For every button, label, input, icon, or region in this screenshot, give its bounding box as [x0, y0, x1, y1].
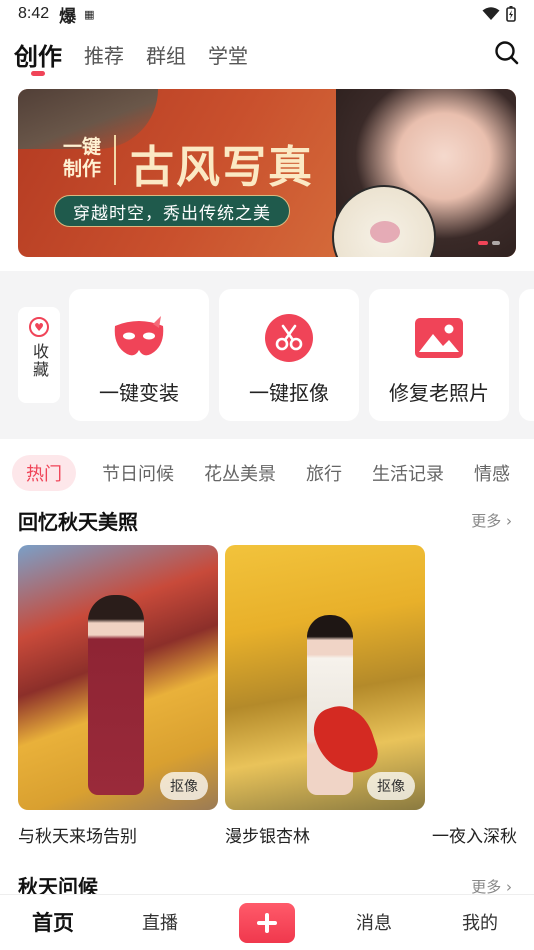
battery-icon: [506, 6, 516, 22]
banner-carousel[interactable]: 一键制作 古风写真 穿越时空，秀出传统之美: [18, 89, 516, 257]
tool-restore-photo[interactable]: 修复老照片: [369, 289, 509, 421]
favorites-label: 收藏: [30, 343, 49, 379]
bottom-nav: 首页 直播 消息 我的: [0, 894, 534, 950]
tab-create[interactable]: 创作: [14, 28, 62, 80]
tool-label: 一键变装: [99, 381, 179, 405]
template-caption[interactable]: 漫步银杏林: [225, 822, 310, 847]
heart-icon: ♥: [29, 317, 49, 337]
chevron-right-icon: ›: [506, 512, 512, 530]
category-tabs: 热门 节日问候 花丛美景 旅行 生活记录 情感: [12, 454, 534, 492]
plus-icon: [257, 913, 277, 933]
banner-title: 古风写真: [130, 142, 314, 193]
tab-recommend[interactable]: 推荐: [84, 28, 124, 80]
banner-dot: [492, 241, 500, 245]
banner-dot-active: [478, 241, 488, 245]
tab-groups[interactable]: 群组: [146, 28, 186, 80]
tab-school[interactable]: 学堂: [208, 28, 248, 80]
section-more-link[interactable]: 更多 ›: [471, 510, 512, 531]
banner-pager-dots: [478, 241, 500, 245]
tool-label: 一键抠像: [249, 381, 329, 405]
banner-fan-flower: [370, 221, 400, 243]
create-button[interactable]: [239, 903, 295, 943]
nav-mine[interactable]: 我的: [462, 909, 498, 935]
template-figure: [88, 595, 144, 795]
banner-one-key-text: 一键制作: [62, 136, 101, 180]
cutout-badge: 抠像: [367, 772, 415, 800]
status-right: [482, 6, 516, 22]
nav-messages[interactable]: 消息: [356, 909, 392, 935]
template-caption[interactable]: 一夜入深秋: [432, 822, 517, 847]
template-card-image[interactable]: 抠像: [18, 545, 218, 810]
qr-notification-icon: ▦: [84, 7, 95, 21]
status-bar: 8:42 爆 ▦: [0, 0, 534, 28]
status-time: 8:42: [18, 5, 50, 22]
category-emotion[interactable]: 情感: [474, 455, 510, 491]
more-label: 更多: [471, 512, 502, 530]
category-flower-scenery[interactable]: 花丛美景: [204, 455, 276, 491]
app-notification-icon: 爆: [59, 6, 77, 27]
category-travel[interactable]: 旅行: [306, 455, 342, 491]
category-holiday-greetings[interactable]: 节日问候: [102, 455, 174, 491]
tools-strip: ♥ 收藏 一键变装 一键抠像 修复老照片: [0, 271, 534, 439]
search-icon[interactable]: [492, 38, 522, 68]
tool-costume-change[interactable]: 一键变装: [69, 289, 209, 421]
category-life-record[interactable]: 生活记录: [372, 455, 444, 491]
tool-card-partial[interactable]: [519, 289, 534, 421]
nav-home[interactable]: 首页: [32, 907, 74, 937]
section-title: 回忆秋天美照: [18, 510, 138, 534]
photo-icon: [411, 313, 467, 363]
tool-cutout[interactable]: 一键抠像: [219, 289, 359, 421]
category-hot[interactable]: 热门: [12, 455, 76, 491]
top-nav: 创作 推荐 群组 学堂: [0, 28, 534, 80]
cutout-badge: 抠像: [160, 772, 208, 800]
banner-divider: [114, 135, 116, 185]
nav-live[interactable]: 直播: [142, 909, 178, 935]
wifi-icon: [482, 7, 500, 20]
banner-slogan: 穿越时空，秀出传统之美: [54, 195, 290, 227]
template-card-image[interactable]: 抠像: [225, 545, 425, 810]
favorites-button[interactable]: ♥ 收藏: [18, 307, 60, 403]
scissors-icon: [261, 313, 317, 363]
tool-label: 修复老照片: [389, 381, 489, 405]
mask-icon: [111, 313, 167, 363]
template-caption[interactable]: 与秋天来场告别: [18, 822, 137, 847]
